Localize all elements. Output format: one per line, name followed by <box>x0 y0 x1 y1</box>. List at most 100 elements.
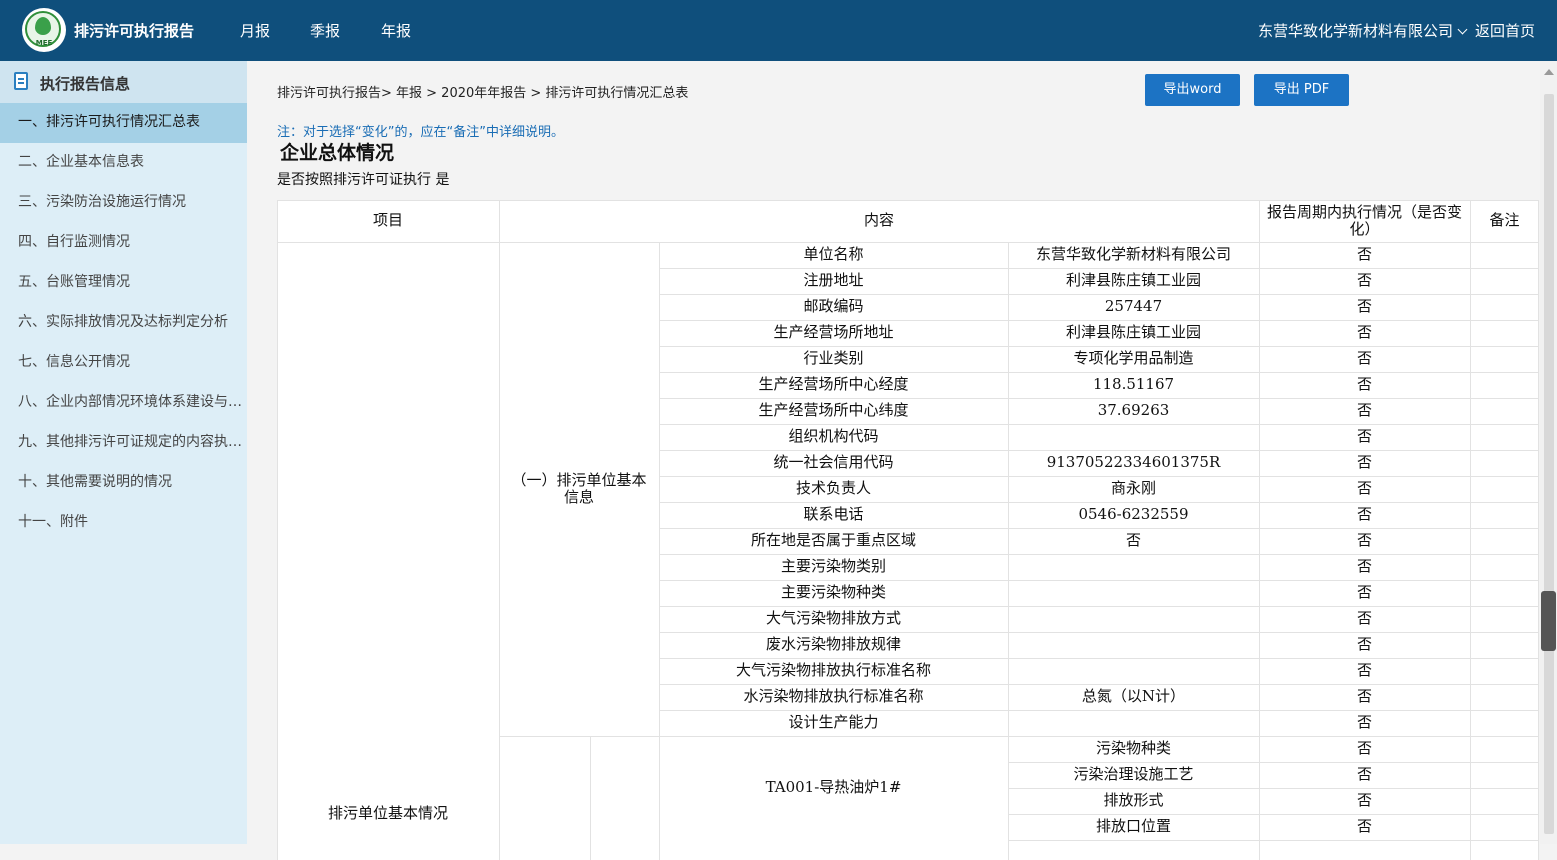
row-remark <box>1470 606 1539 632</box>
row-changed: 否 <box>1356 427 1372 446</box>
sidebar-item-facilities[interactable]: 三、污染防治设施运行情况 <box>0 183 247 223</box>
home-link[interactable]: 返回首页 <box>1475 20 1535 41</box>
top-bar: MEE 排污许可执行报告 月报 季报 年报 东营华致化学新材料有限公司 返回首页 <box>0 0 1557 61</box>
section-title: 企业总体情况 <box>280 142 395 164</box>
facility-row-remark <box>1470 736 1539 762</box>
row-item-label: 邮政编码 <box>803 297 864 316</box>
scrollbar[interactable] <box>1540 61 1557 844</box>
sidebar: 执行报告信息 一、排污许可执行情况汇总表 二、企业基本信息表 三、污染防治设施运… <box>0 61 247 844</box>
sidebar-item-attachments[interactable]: 十一、附件 <box>0 503 247 543</box>
row-item-label: 所在地是否属于重点区域 <box>750 531 916 550</box>
facility-row-label: 污染物种类 <box>1095 739 1171 758</box>
sidebar-item-monitoring[interactable]: 四、自行监测情况 <box>0 223 247 263</box>
row-item-label: 行业类别 <box>803 349 864 368</box>
row-value <box>1008 658 1259 684</box>
row-changed: 否 <box>1356 583 1372 602</box>
nav-monthly[interactable]: 月报 <box>240 20 270 41</box>
sidebar-item-other-permit[interactable]: 九、其他排污许可证规定的内容执行情况 <box>0 423 247 463</box>
sidebar-item-summary[interactable]: 一、排污许可执行情况汇总表 <box>0 103 247 143</box>
row-item-label: 主要污染物类别 <box>780 557 886 576</box>
row-value: 0546-6232559 <box>1078 505 1189 524</box>
facility-row-label: 排放口位置 <box>1095 817 1171 836</box>
row-remark <box>1470 424 1539 450</box>
row-item-label: 废水污染物排放规律 <box>765 635 901 654</box>
sidebar-item-ledger[interactable]: 五、台账管理情况 <box>0 263 247 303</box>
header-content: 内容 <box>863 211 894 230</box>
chevron-down-icon <box>1457 24 1468 35</box>
row-changed: 否 <box>1356 453 1372 472</box>
row-item-label: 技术负责人 <box>795 479 871 498</box>
facility-row-changed: 否 <box>1356 817 1372 836</box>
sidebar-item-emission[interactable]: 六、实际排放情况及达标判定分析 <box>0 303 247 343</box>
row-remark <box>1470 502 1539 528</box>
row-value <box>1008 710 1259 736</box>
table-gridline <box>277 200 278 860</box>
row-value: 否 <box>1125 531 1141 550</box>
app-title: 排污许可执行报告 <box>74 22 195 40</box>
row-remark <box>1470 294 1539 320</box>
row-changed: 否 <box>1356 349 1372 368</box>
header-item: 项目 <box>372 211 403 230</box>
row-item-label: 设计生产能力 <box>788 713 879 732</box>
row-value: 东营华致化学新材料有限公司 <box>1035 245 1231 264</box>
row-remark <box>1470 398 1539 424</box>
sidebar-item-disclosure[interactable]: 七、信息公开情况 <box>0 343 247 383</box>
row-changed: 否 <box>1356 713 1372 732</box>
nav-quarterly[interactable]: 季报 <box>310 20 340 41</box>
row-remark <box>1470 684 1539 710</box>
row-item-label: 大气污染物排放方式 <box>765 609 901 628</box>
scroll-up-icon[interactable] <box>1544 69 1554 75</box>
company-dropdown[interactable]: 东营华致化学新材料有限公司 <box>1258 20 1468 41</box>
row-item-label: 统一社会信用代码 <box>773 453 894 472</box>
row-remark <box>1470 528 1539 554</box>
row-changed: 否 <box>1356 505 1372 524</box>
row-value: 257447 <box>1104 297 1163 316</box>
row-changed: 否 <box>1356 687 1372 706</box>
facility-row-remark <box>1470 788 1539 814</box>
row-item-label: 主要污染物种类 <box>780 583 886 602</box>
row-value: 利津县陈庄镇工业园 <box>1065 271 1201 290</box>
nav-annual[interactable]: 年报 <box>381 20 411 41</box>
breadcrumb: 排污许可执行报告> 年报 > 2020年年报告 > 排污许可执行情况汇总表 <box>277 86 689 101</box>
facility-row-changed: 否 <box>1356 791 1372 810</box>
sidebar-item-internal[interactable]: 八、企业内部情况环境体系建设与运行情况 <box>0 383 247 423</box>
row-changed: 否 <box>1356 271 1372 290</box>
row-item-label: 水污染物排放执行标准名称 <box>743 687 924 706</box>
row-value: 利津县陈庄镇工业园 <box>1065 323 1201 342</box>
export-word-button[interactable]: 导出word <box>1145 74 1240 106</box>
facility-row-label: 排放形式 <box>1103 791 1164 810</box>
table-gridline <box>1008 840 1539 841</box>
row-changed: 否 <box>1356 297 1372 316</box>
row-item-label: 联系电话 <box>803 505 864 524</box>
row-item-label: 单位名称 <box>803 245 864 264</box>
row-changed: 否 <box>1356 635 1372 654</box>
row-remark <box>1470 268 1539 294</box>
export-pdf-button[interactable]: 导出 PDF <box>1254 74 1349 106</box>
row-value <box>1008 580 1259 606</box>
row-remark <box>1470 710 1539 736</box>
logo-text: MEE <box>35 39 53 47</box>
group-label: 排污单位基本情况 <box>327 804 448 823</box>
row-changed: 否 <box>1356 323 1372 342</box>
company-name: 东营华致化学新材料有限公司 <box>1258 22 1454 40</box>
row-remark <box>1470 346 1539 372</box>
row-item-label: 大气污染物排放执行标准名称 <box>735 661 931 680</box>
row-remark <box>1470 242 1539 268</box>
scroll-track[interactable] <box>1544 94 1554 834</box>
sidebar-item-basic-info[interactable]: 二、企业基本信息表 <box>0 143 247 183</box>
row-remark <box>1470 320 1539 346</box>
summary-table: 项目 内容 报告周期内执行情况（是否变化） 备注 排污单位基本情况 （一）排污单位基本信息… <box>277 200 1539 860</box>
row-changed: 否 <box>1356 661 1372 680</box>
row-changed: 否 <box>1356 401 1372 420</box>
row-changed: 否 <box>1356 245 1372 264</box>
row-remark <box>1470 554 1539 580</box>
header-remark: 备注 <box>1489 211 1520 230</box>
row-remark <box>1470 450 1539 476</box>
row-item-label: 注册地址 <box>803 271 864 290</box>
sidebar-item-other-notes[interactable]: 十、其他需要说明的情况 <box>0 463 247 503</box>
scroll-thumb[interactable] <box>1541 591 1556 651</box>
sidebar-header: 执行报告信息 <box>0 61 247 103</box>
permit-compliance-text: 是否按照排污许可证执行 是 <box>277 172 450 188</box>
row-remark <box>1470 476 1539 502</box>
facility-row-remark <box>1470 814 1539 840</box>
